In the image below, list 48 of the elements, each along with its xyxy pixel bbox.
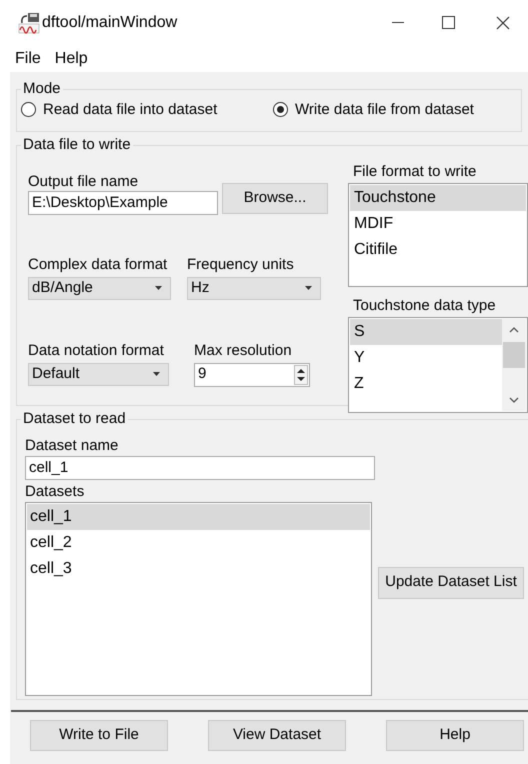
field-label: Frequency units bbox=[187, 256, 295, 274]
radio-button[interactable] bbox=[21, 102, 36, 118]
dropdown-caret-icon bbox=[305, 286, 312, 290]
dropdown[interactable]: dB/Angle bbox=[28, 276, 171, 300]
window-title: dftool/mainWindow bbox=[42, 12, 178, 32]
dropdown-caret-icon bbox=[155, 286, 162, 290]
field-label: Dataset name bbox=[25, 436, 120, 454]
maximize-icon bbox=[442, 16, 454, 29]
output-file-field[interactable]: E:\Desktop\Example bbox=[28, 190, 218, 214]
field-label: Data notation format bbox=[28, 342, 165, 360]
list-item[interactable]: cell_2 bbox=[27, 530, 370, 556]
list-item[interactable]: Z bbox=[350, 370, 502, 396]
spin-arrows-icon bbox=[294, 364, 308, 384]
action-button[interactable]: Help bbox=[386, 720, 524, 751]
field-label: Complex data format bbox=[28, 256, 168, 274]
update-dataset-list-button[interactable]: Update Dataset List bbox=[378, 566, 524, 598]
list-item[interactable]: S bbox=[350, 318, 502, 344]
scroll-down-icon bbox=[509, 396, 519, 402]
scrollbar[interactable] bbox=[502, 318, 526, 410]
menu-item[interactable]: Help bbox=[54, 46, 88, 70]
dropdown-caret-icon bbox=[153, 372, 160, 376]
field-label: Max resolution bbox=[194, 342, 293, 360]
radio-button[interactable] bbox=[273, 102, 288, 118]
group-title: Dataset to read bbox=[22, 409, 127, 429]
field-label: File format to write bbox=[353, 162, 478, 180]
field-label: Datasets bbox=[25, 482, 86, 500]
dropdown[interactable]: Hz bbox=[187, 276, 321, 300]
field-label: Touchstone data type bbox=[353, 296, 497, 314]
minimize-icon bbox=[392, 22, 404, 24]
field-label: Output file name bbox=[28, 172, 140, 190]
dataset-name-field[interactable]: cell_1 bbox=[25, 456, 375, 480]
group-title: Data file to write bbox=[22, 135, 132, 155]
group-title: Mode bbox=[22, 79, 62, 99]
list-item[interactable]: cell_3 bbox=[27, 556, 370, 582]
list-item[interactable]: Citifile bbox=[350, 236, 526, 262]
dropdown[interactable]: Default bbox=[28, 362, 169, 386]
list-item[interactable]: Touchstone bbox=[350, 184, 526, 210]
close-icon bbox=[496, 16, 510, 30]
list-item[interactable]: MDIF bbox=[350, 210, 526, 236]
menu-item[interactable]: File bbox=[15, 46, 41, 70]
resolution-spinbox[interactable]: 9 bbox=[194, 362, 310, 386]
app-icon bbox=[18, 12, 40, 34]
scroll-up-icon bbox=[509, 326, 519, 332]
list-item[interactable]: cell_1 bbox=[27, 504, 370, 530]
action-button[interactable]: Write to File bbox=[30, 720, 168, 751]
list-item[interactable]: Y bbox=[350, 344, 502, 370]
browse-button[interactable]: Browse... bbox=[222, 182, 328, 214]
action-button[interactable]: View Dataset bbox=[208, 720, 346, 751]
